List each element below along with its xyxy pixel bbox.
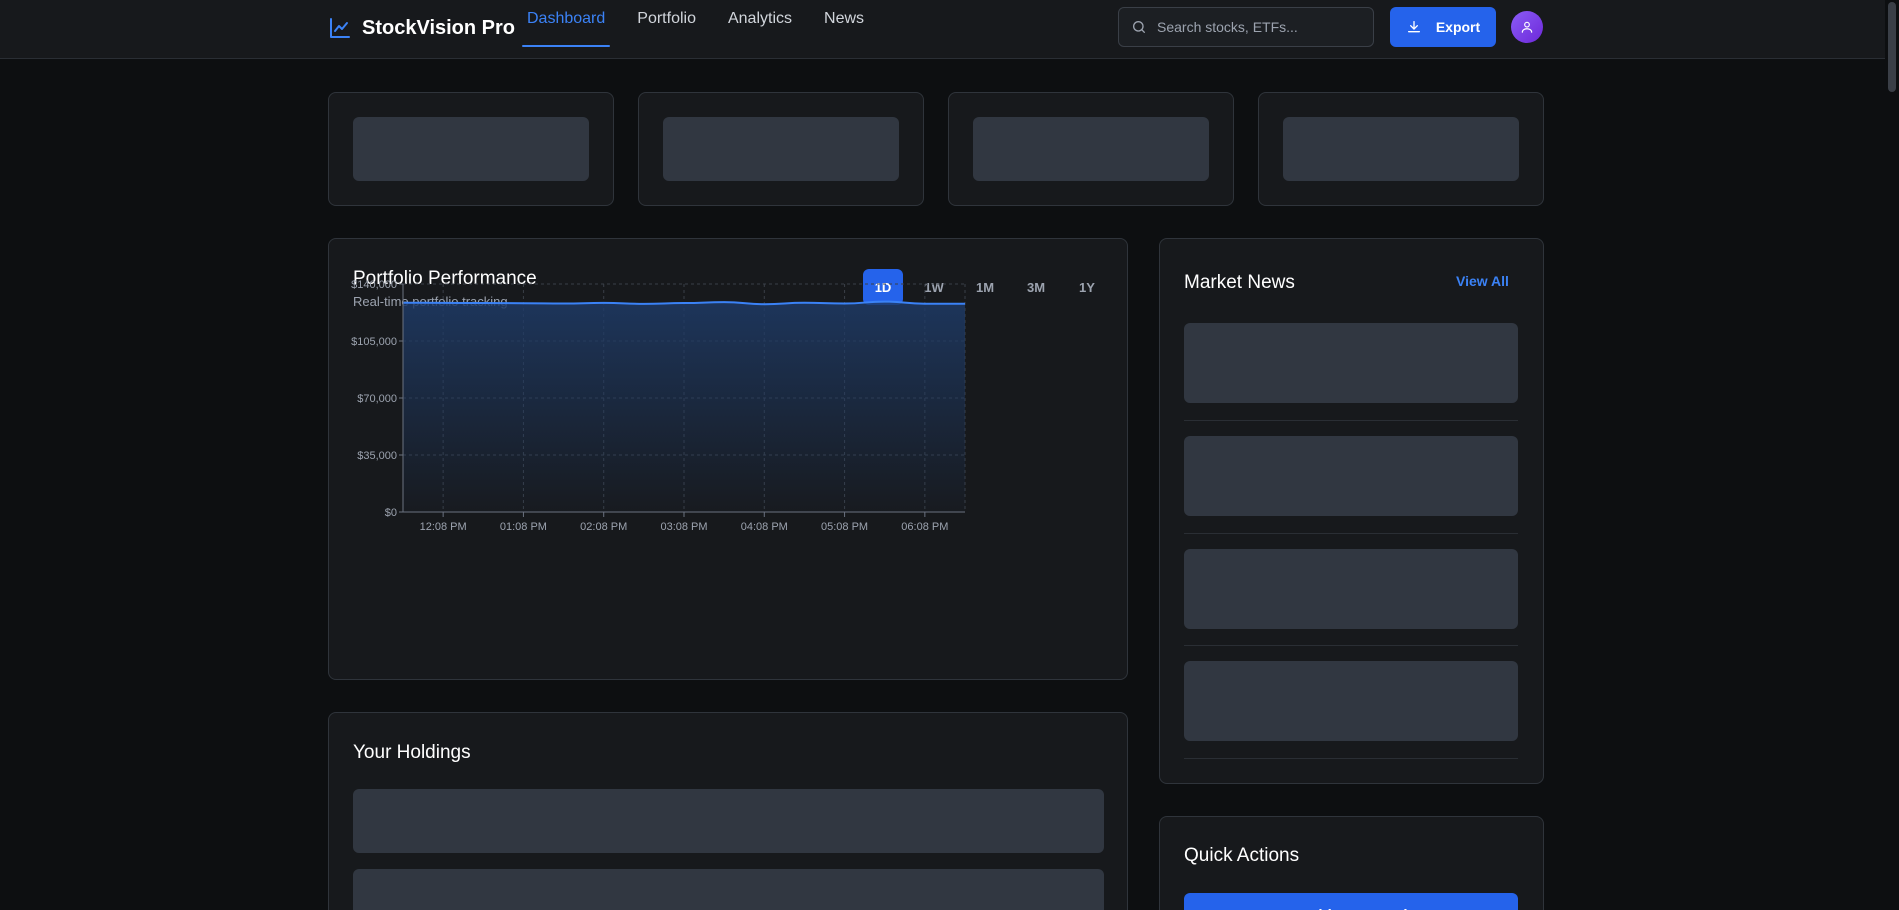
export-button[interactable]: Export xyxy=(1390,7,1496,47)
stat-card xyxy=(328,92,614,206)
skeleton-placeholder xyxy=(1283,117,1519,181)
x-tick-label: 01:08 PM xyxy=(500,521,547,533)
main-nav: Dashboard Portfolio Analytics News xyxy=(522,0,891,59)
quick-actions-panel: Quick Actions + Add New Stock xyxy=(1159,816,1544,910)
news-item-skeleton[interactable] xyxy=(1184,661,1518,741)
add-stock-button[interactable]: + Add New Stock xyxy=(1184,893,1518,910)
divider xyxy=(1184,758,1518,759)
x-tick-label: 06:08 PM xyxy=(901,521,948,533)
brand[interactable]: StockVision Pro xyxy=(328,14,515,42)
x-tick-label: 02:08 PM xyxy=(580,521,627,533)
download-icon xyxy=(1407,21,1420,33)
search-icon xyxy=(1133,21,1145,33)
nav-dashboard[interactable]: Dashboard xyxy=(522,0,611,47)
x-tick-label: 03:08 PM xyxy=(660,521,707,533)
news-item-skeleton[interactable] xyxy=(1184,549,1518,629)
holdings-panel: Your Holdings xyxy=(328,712,1128,910)
y-tick-label: $70,000 xyxy=(357,393,397,405)
market-news-panel: Market News View All xyxy=(1159,238,1544,784)
panel-title: Quick Actions xyxy=(1184,845,1300,866)
divider xyxy=(1184,533,1518,534)
stat-card xyxy=(638,92,924,206)
top-navbar: StockVision Pro Dashboard Portfolio Anal… xyxy=(0,0,1899,59)
x-tick-label: 05:08 PM xyxy=(821,521,868,533)
stat-card xyxy=(948,92,1234,206)
nav-analytics[interactable]: Analytics xyxy=(723,0,797,47)
panel-title: Your Holdings xyxy=(353,742,471,763)
y-tick-label: $35,000 xyxy=(357,450,397,462)
series-area xyxy=(403,301,965,512)
y-tick-label: $140,000 xyxy=(351,279,397,291)
y-tick-label: $105,000 xyxy=(351,336,397,348)
divider xyxy=(1184,420,1518,421)
x-tick-label: 12:08 PM xyxy=(420,521,467,533)
panel-title: Market News xyxy=(1184,272,1295,293)
holding-row-skeleton[interactable] xyxy=(353,789,1104,853)
holding-row-skeleton[interactable] xyxy=(353,869,1104,910)
news-item-skeleton[interactable] xyxy=(1184,436,1518,516)
divider xyxy=(1184,645,1518,646)
search-box xyxy=(1118,7,1374,47)
y-tick-label: $0 xyxy=(385,507,397,519)
x-tick-label: 04:08 PM xyxy=(741,521,788,533)
search-input[interactable] xyxy=(1157,19,1357,35)
export-label: Export xyxy=(1435,19,1481,35)
skeleton-placeholder xyxy=(973,117,1209,181)
performance-chart[interactable]: $0 $35,000 $70,000 $105,000 $140,000 12:08 PM… xyxy=(329,239,1129,681)
trending-chart-icon xyxy=(330,18,350,38)
skeleton-placeholder xyxy=(663,117,899,181)
user-icon xyxy=(1521,21,1533,33)
user-avatar[interactable] xyxy=(1511,11,1543,43)
news-item-skeleton[interactable] xyxy=(1184,323,1518,403)
skeleton-placeholder xyxy=(353,117,589,181)
view-all-link[interactable]: View All xyxy=(1456,273,1509,289)
brand-name: StockVision Pro xyxy=(362,16,516,39)
nav-portfolio[interactable]: Portfolio xyxy=(632,0,701,47)
scrollbar-thumb[interactable] xyxy=(1888,2,1896,92)
nav-news[interactable]: News xyxy=(819,0,869,47)
stat-card xyxy=(1258,92,1544,206)
page-scrollbar[interactable] xyxy=(1885,0,1899,910)
portfolio-performance-panel: Portfolio Performance Real-time portfoli… xyxy=(328,238,1128,680)
